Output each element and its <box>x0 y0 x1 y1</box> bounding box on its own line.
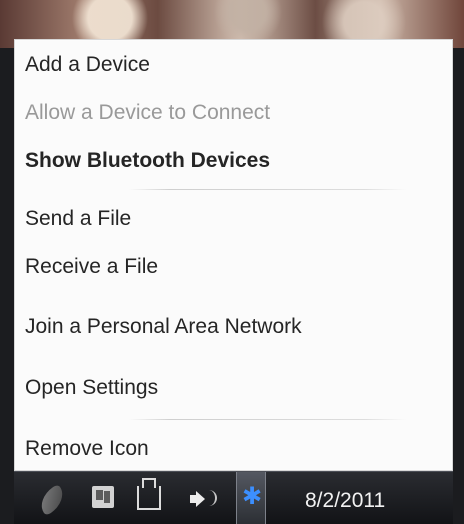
menu-item-send-file[interactable]: Send a File <box>25 204 385 234</box>
speaker-waves-icon <box>205 490 217 506</box>
bluetooth-icon: ✱ <box>242 482 263 510</box>
menu-item-remove-icon[interactable]: Remove Icon <box>25 434 385 464</box>
menu-item-allow-device-connect: Allow a Device to Connect <box>25 101 271 124</box>
menu-item-open-settings[interactable]: Open Settings <box>25 373 385 403</box>
taskbar: ✱ 8/2/2011 <box>14 471 453 524</box>
menu-item-join-personal-area-network[interactable]: Join a Personal Area Network <box>25 312 385 342</box>
menu-item-receive-file[interactable]: Receive a File <box>25 252 385 282</box>
network-icon[interactable] <box>137 478 161 510</box>
menu-item-show-bluetooth-devices[interactable]: Show Bluetooth Devices <box>25 146 385 176</box>
taskbar-date: 8/2/2011 <box>305 489 386 512</box>
menu-separator <box>129 189 406 190</box>
bluetooth-tray-button[interactable]: ✱ <box>236 472 266 524</box>
menu-item-add-device[interactable]: Add a Device <box>25 50 385 80</box>
leaf-icon[interactable] <box>34 483 70 517</box>
bluetooth-context-menu: Add a Device Allow a Device to Connect S… <box>14 39 453 471</box>
flag-icon[interactable] <box>92 486 114 508</box>
speaker-icon[interactable] <box>190 490 206 508</box>
menu-separator <box>129 419 406 420</box>
